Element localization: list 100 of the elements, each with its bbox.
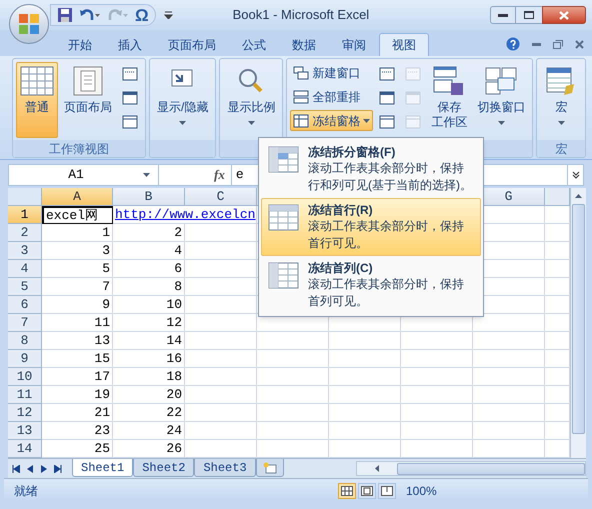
table-cell[interactable]	[185, 332, 257, 350]
sheet-tab[interactable]: Sheet3	[194, 459, 256, 477]
table-cell[interactable]: 2	[113, 224, 185, 242]
insert-sheet-button[interactable]	[256, 459, 284, 477]
row-header[interactable]: 5	[8, 278, 42, 296]
table-cell[interactable]: 20	[113, 386, 185, 404]
sheet-tab[interactable]: Sheet1	[72, 459, 134, 477]
fx-label[interactable]: fx	[214, 165, 225, 185]
ribbon-button[interactable]: 显示比例	[223, 62, 280, 138]
table-cell[interactable]	[185, 368, 257, 386]
redo-icon[interactable]	[107, 8, 129, 22]
table-cell[interactable]	[401, 386, 473, 404]
table-cell[interactable]	[185, 278, 257, 296]
table-cell[interactable]	[257, 422, 329, 440]
table-cell[interactable]: 1	[42, 224, 113, 242]
table-cell[interactable]	[185, 314, 257, 332]
table-cell[interactable]	[401, 332, 473, 350]
view-button[interactable]	[378, 482, 396, 498]
menu-item[interactable]: 冻结首行(R) 滚动工作表其余部分时，保持首行可见。	[261, 198, 481, 256]
table-cell[interactable]	[185, 350, 257, 368]
table-cell[interactable]	[329, 332, 401, 350]
row-header[interactable]: 13	[8, 422, 42, 440]
help-icon[interactable]	[506, 37, 520, 51]
ribbon-tab[interactable]: 数据	[279, 33, 329, 56]
table-cell[interactable]: 13	[42, 332, 113, 350]
table-cell[interactable]	[185, 404, 257, 422]
ribbon-tab[interactable]: 页面布局	[155, 33, 229, 56]
table-cell[interactable]: excel网	[42, 206, 113, 224]
table-cell[interactable]: 16	[113, 350, 185, 368]
close-icon[interactable]	[575, 40, 584, 48]
symbol-button[interactable]: Ω	[135, 6, 149, 24]
table-cell[interactable]	[329, 350, 401, 368]
sheet-tab[interactable]: Sheet2	[133, 459, 194, 477]
table-cell[interactable]	[257, 368, 329, 386]
ribbon-button[interactable]: 保存 工作区	[427, 62, 472, 138]
column-header[interactable]: B	[113, 188, 185, 206]
table-cell[interactable]	[401, 368, 473, 386]
window-icon[interactable]	[122, 67, 138, 81]
row-header[interactable]: 8	[8, 332, 42, 350]
row-header[interactable]: 9	[8, 350, 42, 368]
arrow-icon[interactable]	[575, 194, 582, 198]
table-cell[interactable]: 9	[42, 296, 113, 314]
zoom-level[interactable]: 100%	[406, 482, 437, 500]
table-cell[interactable]	[185, 386, 257, 404]
table-cell[interactable]: 22	[113, 404, 185, 422]
maximize-button[interactable]	[516, 6, 542, 24]
view-button[interactable]	[338, 482, 356, 498]
table-cell[interactable]: http://www.excelcn	[113, 206, 257, 224]
nav-icon[interactable]	[12, 464, 20, 472]
row-header[interactable]: 10	[8, 368, 42, 386]
table-cell[interactable]	[329, 404, 401, 422]
table-cell[interactable]: 24	[113, 422, 185, 440]
window-icon[interactable]	[122, 91, 138, 105]
table-cell[interactable]	[185, 260, 257, 278]
table-cell[interactable]	[257, 404, 329, 422]
ribbon-button[interactable]: 宏	[540, 62, 582, 138]
table-cell[interactable]	[473, 404, 545, 422]
window-icon[interactable]	[379, 67, 396, 81]
row-header[interactable]: 6	[8, 296, 42, 314]
table-cell[interactable]	[329, 422, 401, 440]
name-box[interactable]: A1	[9, 165, 159, 185]
table-cell[interactable]	[473, 350, 545, 368]
ribbon-tab[interactable]: 插入	[105, 33, 155, 56]
table-cell[interactable]: 23	[42, 422, 113, 440]
row-header[interactable]: 3	[8, 242, 42, 260]
window-icon[interactable]	[122, 115, 138, 129]
table-cell[interactable]	[185, 224, 257, 242]
row-header[interactable]: 4	[8, 260, 42, 278]
row-header[interactable]: 7	[8, 314, 42, 332]
column-header[interactable]: A	[42, 188, 113, 206]
row-header[interactable]: 12	[8, 404, 42, 422]
table-cell[interactable]	[185, 296, 257, 314]
customize-icon[interactable]	[164, 11, 173, 19]
table-cell[interactable]: 5	[42, 260, 113, 278]
ribbon-button[interactable]: 冻结窗格	[290, 110, 374, 131]
table-cell[interactable]: 6	[113, 260, 185, 278]
table-cell[interactable]	[401, 404, 473, 422]
window-icon[interactable]	[379, 91, 396, 105]
close-button[interactable]	[542, 6, 586, 24]
table-cell[interactable]	[329, 386, 401, 404]
ribbon-button[interactable]: 切换窗口	[473, 62, 530, 138]
ribbon-button[interactable]: 页面布局	[60, 62, 116, 138]
save-icon[interactable]	[57, 7, 73, 23]
view-button[interactable]	[358, 482, 376, 498]
table-cell[interactable]	[473, 368, 545, 386]
undo-icon[interactable]	[79, 8, 101, 22]
table-cell[interactable]	[185, 242, 257, 260]
row-header[interactable]: 11	[8, 386, 42, 404]
table-cell[interactable]: 21	[42, 404, 113, 422]
ribbon-tab[interactable]: 公式	[229, 33, 279, 56]
table-cell[interactable]: 14	[113, 332, 185, 350]
table-cell[interactable]: 3	[42, 242, 113, 260]
table-cell[interactable]	[257, 386, 329, 404]
table-cell[interactable]	[473, 386, 545, 404]
vertical-scrollbar[interactable]	[570, 188, 586, 458]
row-header[interactable]: 2	[8, 224, 42, 242]
select-all-button[interactable]	[8, 188, 42, 206]
ribbon-button[interactable]: 全部重排	[290, 86, 374, 107]
arrow-icon[interactable]	[375, 465, 379, 472]
window-icon[interactable]	[379, 115, 396, 129]
